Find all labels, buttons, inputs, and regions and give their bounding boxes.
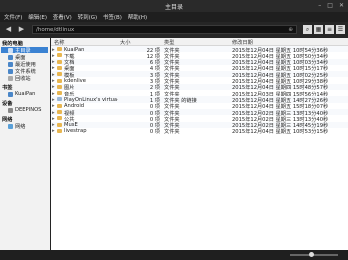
- folder-icon: [57, 103, 62, 108]
- folder-icon: [57, 91, 62, 96]
- minimize-icon[interactable]: –: [318, 2, 321, 9]
- menu-file[interactable]: 文件(F): [4, 13, 22, 21]
- sidebar-section-devices[interactable]: 设备: [2, 100, 12, 107]
- sidebar-item-filesystem[interactable]: 文件系统: [8, 68, 36, 75]
- folder-icon: [57, 110, 62, 114]
- link-icon: [57, 97, 62, 102]
- folder-icon: [57, 65, 62, 70]
- column-headers: 名称 大小 类型 修改日期: [51, 38, 348, 46]
- zoom-slider[interactable]: [290, 252, 338, 257]
- disk-icon: [8, 107, 13, 113]
- col-modified[interactable]: 修改日期: [232, 39, 253, 46]
- folder-icon: [8, 91, 13, 97]
- network-icon: [8, 123, 13, 129]
- toolbar: ◀ ▶ /home/dtlinux ⊕ ⌕ ▦ ≡ ☰: [0, 22, 348, 38]
- folder-icon: [57, 78, 62, 83]
- maximize-icon[interactable]: □: [327, 2, 333, 9]
- drive-icon: [8, 68, 13, 74]
- trash-icon: [8, 75, 13, 81]
- sidebar-item-trash[interactable]: 回收站: [8, 75, 31, 82]
- sidebar-item-recent[interactable]: 最近使用: [8, 61, 36, 68]
- sidebar-item-home[interactable]: 主目录: [1, 47, 48, 54]
- icon-view-icon[interactable]: ▦: [314, 25, 323, 34]
- menu-help[interactable]: 帮助(H): [128, 13, 147, 21]
- forward-icon[interactable]: ▶: [17, 25, 26, 34]
- table-row[interactable]: ▸ livestrap 0 项文件夹 2015年12月04日 星期五 10时53分15…: [51, 128, 348, 136]
- expand-arrow-icon[interactable]: ▸: [52, 128, 56, 134]
- window-title: 主目录: [164, 4, 183, 11]
- menu-bar: 文件(F) 编辑(E) 查看(V) 转到(G) 书签(B) 帮助(H): [0, 12, 348, 22]
- menu-edit[interactable]: 编辑(E): [28, 13, 47, 21]
- sidebar-section-network[interactable]: 网络: [2, 116, 12, 123]
- address-path: /home/dtlinux: [36, 27, 75, 33]
- cell-name: livestrap: [64, 128, 87, 135]
- sidebar-item-deepinos[interactable]: DEEPINOS: [8, 107, 41, 113]
- folder-icon: [57, 116, 62, 121]
- back-icon[interactable]: ◀: [4, 25, 13, 34]
- sidebar-item-network[interactable]: 网络: [8, 123, 25, 130]
- folder-icon: [57, 122, 62, 127]
- recent-icon: [8, 61, 13, 67]
- menu-view[interactable]: 查看(V): [53, 13, 72, 21]
- file-manager-window: 主目录 – □ ✕ 文件(F) 编辑(E) 查看(V) 转到(G) 书签(B) …: [0, 0, 348, 260]
- col-name[interactable]: 名称: [54, 39, 64, 46]
- home-icon: [8, 47, 13, 53]
- menu-bookmarks[interactable]: 书签(B): [103, 13, 122, 21]
- compact-view-icon[interactable]: ☰: [336, 25, 345, 34]
- menu-go[interactable]: 转到(G): [78, 13, 98, 21]
- search-icon[interactable]: ⌕: [303, 25, 312, 34]
- col-type[interactable]: 类型: [164, 39, 174, 46]
- address-bar[interactable]: /home/dtlinux ⊕: [32, 25, 297, 34]
- go-icon[interactable]: ⊕: [288, 26, 293, 35]
- close-icon[interactable]: ✕: [339, 2, 344, 9]
- sidebar-section-bookmarks[interactable]: 书签: [2, 84, 12, 91]
- desktop-icon: [8, 54, 13, 60]
- folder-icon: [57, 84, 62, 89]
- cell-type: 文件夹: [164, 129, 180, 136]
- folder-icon: [57, 59, 62, 64]
- file-list: 名称 大小 类型 修改日期 ▸ KuaiPan 22 项文件夹 2015年12月04日…: [51, 38, 348, 250]
- cell-modified: 2015年12月04日 星期五 10时53分15秒: [232, 129, 329, 136]
- folder-icon: [57, 72, 62, 77]
- folder-icon: [57, 47, 62, 51]
- list-view-icon[interactable]: ≡: [325, 25, 334, 34]
- cell-size: 0 项: [149, 129, 160, 136]
- sidebar-item-desktop[interactable]: 桌面: [8, 54, 25, 61]
- sidebar: 我的电脑 主目录 桌面 最近使用 文件系统 回收站 书签 KuaiPan 设备 …: [0, 38, 50, 250]
- folder-icon: [57, 128, 62, 133]
- title-bar: 主目录 – □ ✕: [0, 0, 348, 12]
- folder-icon: [57, 53, 62, 58]
- col-size[interactable]: 大小: [120, 39, 130, 46]
- sidebar-item-kuaipan[interactable]: KuaiPan: [8, 91, 35, 97]
